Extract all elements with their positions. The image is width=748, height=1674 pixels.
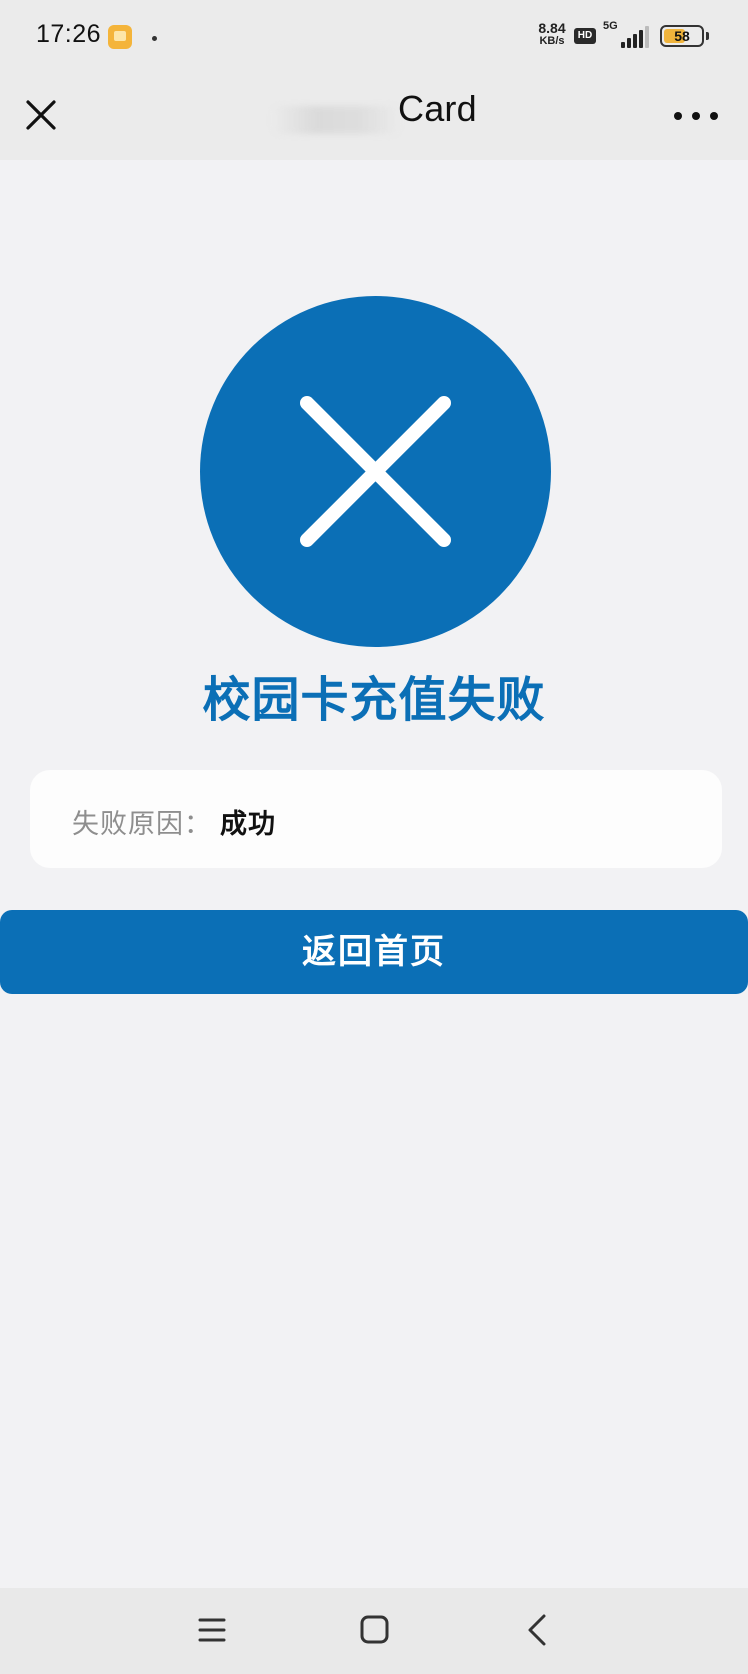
menu-button[interactable] — [190, 1608, 234, 1652]
battery-level: 58 — [674, 28, 690, 44]
battery-icon: 58 — [660, 25, 704, 47]
nav-bar: Card — [0, 70, 748, 160]
return-home-button[interactable]: 返回首页 — [0, 910, 748, 994]
system-nav-bar — [0, 1588, 748, 1674]
back-icon — [528, 1614, 546, 1646]
failure-reason-card: 失败原因： 成功 — [30, 770, 722, 868]
menu-icon — [198, 1618, 226, 1642]
status-bar: 17:26 8.84 KB/s HD 5G 58 — [0, 0, 748, 70]
gallery-notification-icon — [108, 25, 132, 49]
failure-reason-value: 成功 — [220, 809, 276, 840]
signal-icon: 5G — [603, 20, 649, 50]
more-button[interactable] — [664, 90, 728, 140]
notification-dot-icon — [152, 36, 157, 41]
hd-icon: HD — [574, 28, 596, 44]
network-type: 5G — [603, 20, 618, 32]
network-speed: 8.84 KB/s — [534, 20, 570, 48]
back-nav-button[interactable] — [516, 1608, 560, 1652]
home-nav-button[interactable] — [352, 1608, 396, 1652]
home-icon — [360, 1615, 389, 1644]
title-redaction-blur — [272, 106, 400, 134]
page-title: Card — [398, 88, 477, 129]
status-time: 17:26 — [36, 20, 102, 48]
more-icon — [674, 112, 718, 120]
nav-title-area: Card — [0, 70, 748, 160]
failure-reason-label: 失败原因： — [72, 809, 212, 840]
network-speed-unit: KB/s — [539, 35, 565, 47]
network-speed-value: 8.84 — [538, 20, 566, 36]
failure-x-icon — [200, 296, 551, 647]
result-title: 校园卡充值失败 — [202, 672, 546, 728]
